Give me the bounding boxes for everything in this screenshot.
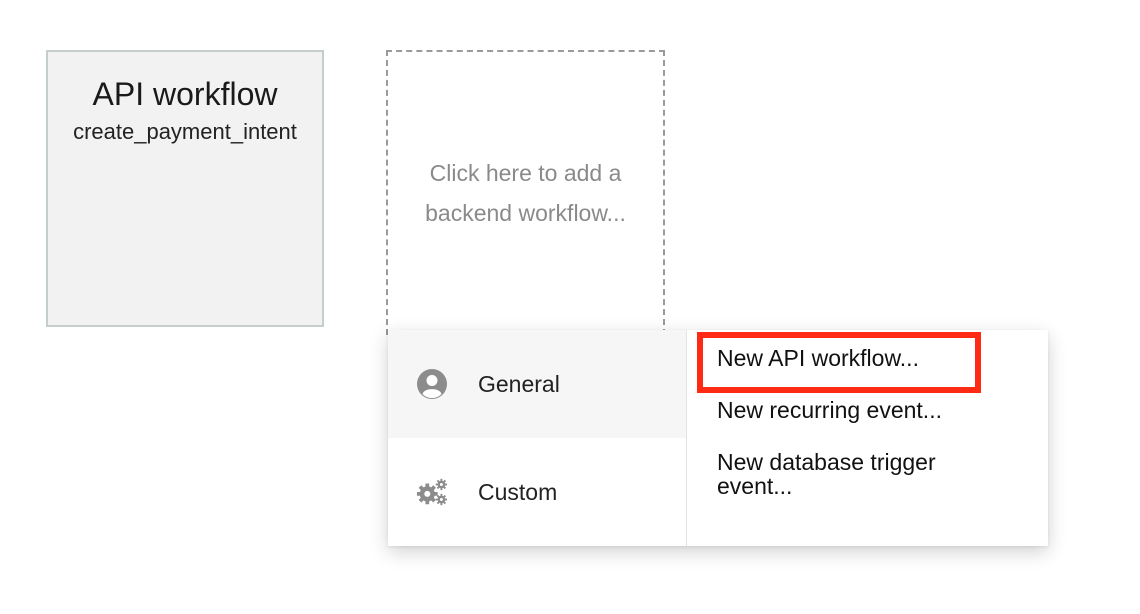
menu-options: New API workflow... New recurring event.… <box>687 330 1048 546</box>
workflow-card-name: create_payment_intent <box>73 119 297 144</box>
add-backend-workflow-card[interactable]: Click here to add a backend workflow... <box>386 50 665 335</box>
add-workflow-hint-line2: backend workflow... <box>425 200 626 226</box>
workflow-card-title: API workflow <box>92 76 278 112</box>
category-custom-label: Custom <box>478 478 558 505</box>
new-recurring-event-option[interactable]: New recurring event... <box>717 398 1017 422</box>
add-workflow-hint: Click here to add a backend workflow... <box>388 153 663 233</box>
category-general[interactable]: General <box>388 330 686 438</box>
canvas: API workflow create_payment_intent Click… <box>0 0 1140 614</box>
add-workflow-hint-line1: Click here to add a <box>429 160 622 186</box>
new-database-trigger-option[interactable]: New database trigger event... <box>717 450 1017 498</box>
new-api-workflow-option[interactable]: New API workflow... <box>717 346 1017 370</box>
new-workflow-menu: General Custom New API workflow... New r… <box>388 330 1048 546</box>
menu-categories: General Custom <box>388 330 687 546</box>
category-general-label: General <box>478 370 560 397</box>
api-workflow-card[interactable]: API workflow create_payment_intent <box>46 50 324 327</box>
gears-icon <box>416 476 448 508</box>
category-custom[interactable]: Custom <box>388 438 686 546</box>
user-circle-icon <box>416 368 448 400</box>
